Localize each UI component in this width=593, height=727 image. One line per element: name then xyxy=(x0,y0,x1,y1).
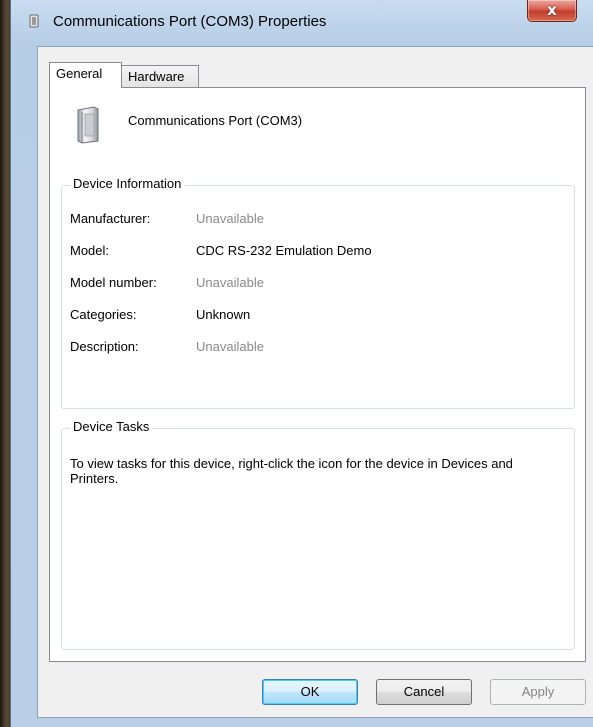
device-name: Communications Port (COM3) xyxy=(128,113,303,128)
device-tasks-text: To view tasks for this device, right-cli… xyxy=(70,456,513,486)
device-tasks-group: Device Tasks To view tasks for this devi… xyxy=(61,419,575,650)
description-label: Description: xyxy=(70,339,139,354)
model-label: Model: xyxy=(70,243,110,258)
cancel-button[interactable]: Cancel xyxy=(376,679,472,705)
tab-general[interactable]: General xyxy=(49,62,122,88)
close-button[interactable]: x xyxy=(527,0,577,22)
title-bar[interactable]: Communications Port (COM3) Properties x xyxy=(11,0,593,40)
window-title: Communications Port (COM3) Properties xyxy=(53,13,327,30)
device-tasks-legend: Device Tasks xyxy=(70,419,153,434)
dialog-client-area: General Hardware Communications Port (CO… xyxy=(37,46,593,718)
model-number-value: Unavailable xyxy=(196,275,264,290)
general-tab-panel: Communications Port (COM3) Device Inform… xyxy=(49,87,586,662)
tab-hardware-label: Hardware xyxy=(128,69,185,84)
model-number-label: Model number: xyxy=(70,275,157,290)
manufacturer-value: Unavailable xyxy=(196,211,264,226)
description-value: Unavailable xyxy=(196,339,264,354)
device-information-group: Device Information Manufacturer: Unavail… xyxy=(61,176,575,409)
categories-label: Categories: xyxy=(70,307,137,322)
com-port-device-icon xyxy=(75,106,101,144)
manufacturer-label: Manufacturer: xyxy=(70,211,151,226)
ok-button[interactable]: OK xyxy=(262,679,358,705)
apply-button[interactable]: Apply xyxy=(490,679,586,705)
port-connector-icon xyxy=(27,14,41,28)
device-information-legend: Device Information xyxy=(70,176,185,191)
tab-hardware[interactable]: Hardware xyxy=(121,65,199,88)
close-icon: x xyxy=(547,1,557,19)
properties-dialog: Communications Port (COM3) Properties x … xyxy=(10,0,593,727)
model-value: CDC RS-232 Emulation Demo xyxy=(196,243,372,258)
categories-value: Unknown xyxy=(196,307,251,322)
tab-general-label: General xyxy=(56,66,103,81)
